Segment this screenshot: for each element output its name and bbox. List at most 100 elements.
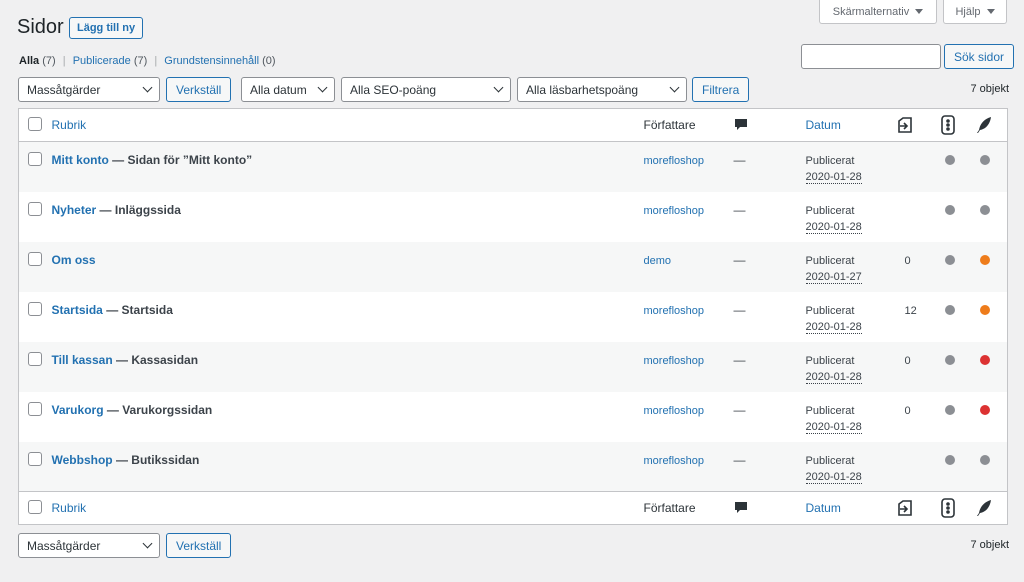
links-cell bbox=[896, 192, 941, 242]
author-link[interactable]: morefloshop bbox=[644, 305, 705, 317]
table-header-row: Rubrik Författare Datum bbox=[18, 109, 1008, 142]
date-value: 2020-01-28 bbox=[805, 420, 862, 434]
seo-score-cell bbox=[941, 242, 976, 292]
seo-score-dot bbox=[944, 155, 955, 165]
row-checkbox[interactable] bbox=[28, 351, 42, 366]
bulk-actions-value: Massåtgärder bbox=[27, 82, 101, 97]
page-title-link[interactable]: Till kassan bbox=[52, 353, 113, 367]
date-cell: Publicerat 2020-01-28 bbox=[805, 142, 896, 192]
page-title-link[interactable]: Nyheter bbox=[52, 203, 97, 217]
date-value: 2020-01-28 bbox=[805, 470, 862, 484]
date-status: Publicerat bbox=[805, 304, 855, 317]
date-status: Publicerat bbox=[805, 354, 855, 367]
seo-column-header bbox=[940, 109, 976, 142]
date-sort-link[interactable]: Datum bbox=[806, 501, 841, 515]
links-column-header bbox=[896, 109, 941, 142]
apply-button[interactable]: Verkställ bbox=[166, 77, 232, 102]
seo-score-dot bbox=[944, 254, 955, 265]
select-all-cell bbox=[19, 492, 52, 525]
author-link[interactable]: morefloshop bbox=[644, 155, 705, 167]
comments-cell: — bbox=[734, 142, 806, 192]
date-cell: Publicerat 2020-01-27 bbox=[805, 242, 896, 292]
row-checkbox[interactable] bbox=[28, 401, 42, 416]
date-sort-link[interactable]: Datum bbox=[806, 118, 841, 132]
row-checkbox[interactable] bbox=[28, 301, 42, 316]
screen-options-tab[interactable]: Skärmalternativ bbox=[819, 0, 937, 24]
row-checkbox[interactable] bbox=[28, 152, 42, 166]
author-cell: morefloshop bbox=[644, 292, 734, 342]
title-cell: Nyheter — Inläggssida bbox=[52, 192, 644, 242]
add-new-button[interactable]: Lägg till ny bbox=[69, 17, 144, 39]
separator: | bbox=[154, 55, 158, 67]
date-column-footer[interactable]: Datum bbox=[806, 492, 896, 525]
bulk-actions-value: Massåtgärder bbox=[27, 538, 101, 553]
page-title-link[interactable]: Startsida bbox=[52, 303, 103, 317]
page-title-link[interactable]: Mitt konto bbox=[52, 153, 109, 167]
row-checkbox-cell bbox=[19, 192, 52, 242]
bulk-actions-select-bottom[interactable]: Massåtgärder bbox=[18, 533, 160, 558]
apply-button-bottom[interactable]: Verkställ bbox=[166, 533, 232, 558]
author-link[interactable]: demo bbox=[644, 255, 672, 267]
readability-filter-select[interactable]: Alla läsbarhetspoäng bbox=[517, 77, 687, 102]
view-published-link[interactable]: Publicerade bbox=[73, 55, 131, 67]
author-link[interactable]: morefloshop bbox=[644, 355, 705, 367]
page-title-link[interactable]: Varukorg bbox=[52, 403, 104, 417]
select-all-checkbox[interactable] bbox=[28, 116, 42, 131]
row-checkbox[interactable] bbox=[28, 201, 42, 216]
row-checkbox-cell bbox=[19, 292, 52, 342]
title-sort-link[interactable]: Rubrik bbox=[52, 118, 87, 132]
date-column-header[interactable]: Datum bbox=[806, 109, 896, 142]
title-cell: Varukorg — Varukorgssidan bbox=[52, 392, 644, 442]
comment-icon bbox=[734, 119, 747, 131]
help-label: Hjälp bbox=[955, 5, 981, 18]
author-link[interactable]: morefloshop bbox=[644, 205, 705, 217]
readability-column-header bbox=[976, 109, 1008, 142]
comment-icon bbox=[734, 502, 747, 514]
search-button[interactable]: Sök sidor bbox=[944, 44, 1015, 69]
title-sort-link[interactable]: Rubrik bbox=[52, 501, 87, 515]
post-state: — Kassasidan bbox=[112, 352, 199, 367]
select-all-cell bbox=[19, 109, 52, 142]
search-input[interactable] bbox=[801, 44, 941, 69]
author-column-footer: Författare bbox=[643, 501, 696, 515]
row-checkbox-cell bbox=[19, 442, 52, 492]
author-link[interactable]: morefloshop bbox=[644, 455, 705, 467]
separator: | bbox=[62, 55, 66, 67]
view-all-link[interactable]: Alla bbox=[19, 55, 39, 67]
view-cornerstone-link[interactable]: Grundstensinnehåll bbox=[164, 55, 259, 67]
help-tab[interactable]: Hjälp bbox=[943, 0, 1007, 24]
triangle-down-icon bbox=[915, 9, 924, 14]
filter-button[interactable]: Filtrera bbox=[692, 77, 750, 102]
bulk-actions-select[interactable]: Massåtgärder bbox=[18, 77, 160, 102]
seo-score-dot bbox=[944, 304, 955, 315]
row-checkbox[interactable] bbox=[28, 251, 42, 266]
links-cell: 0 bbox=[896, 342, 941, 392]
title-column-header[interactable]: Rubrik bbox=[52, 109, 644, 142]
internal-links-count: 0 bbox=[904, 404, 911, 417]
readability-score-dot bbox=[979, 254, 990, 265]
feather-icon bbox=[976, 500, 991, 516]
table-row: Mitt konto — Sidan för ”Mitt konto” more… bbox=[18, 141, 1008, 192]
readability-score-dot bbox=[979, 155, 990, 165]
readability-score-cell bbox=[976, 142, 1008, 192]
readability-score-cell bbox=[976, 242, 1008, 292]
author-cell: morefloshop bbox=[644, 442, 734, 492]
table-footer-row: Rubrik Författare Datum bbox=[18, 491, 1008, 525]
date-status: Publicerat bbox=[805, 404, 855, 417]
page-title-link[interactable]: Om oss bbox=[52, 253, 96, 267]
author-cell: demo bbox=[644, 242, 734, 292]
author-link[interactable]: morefloshop bbox=[644, 405, 705, 417]
seo-filter-value: Alla SEO-poäng bbox=[350, 82, 437, 97]
row-checkbox[interactable] bbox=[28, 451, 42, 466]
date-filter-select[interactable]: Alla datum bbox=[241, 77, 335, 102]
table-row: Webbshop — Butikssidan morefloshop — Pub… bbox=[18, 441, 1008, 492]
date-value: 2020-01-27 bbox=[805, 270, 862, 284]
table-row: Till kassan — Kassasidan morefloshop — P… bbox=[18, 341, 1008, 392]
page-title-link[interactable]: Webbshop bbox=[52, 453, 113, 467]
seo-filter-select[interactable]: Alla SEO-poäng bbox=[341, 77, 511, 102]
title-column-footer[interactable]: Rubrik bbox=[52, 492, 644, 525]
date-value: 2020-01-28 bbox=[805, 320, 862, 334]
post-state: — Sidan för ”Mitt konto” bbox=[108, 153, 253, 167]
select-all-checkbox-bottom[interactable] bbox=[28, 499, 42, 514]
date-value: 2020-01-28 bbox=[805, 370, 862, 384]
